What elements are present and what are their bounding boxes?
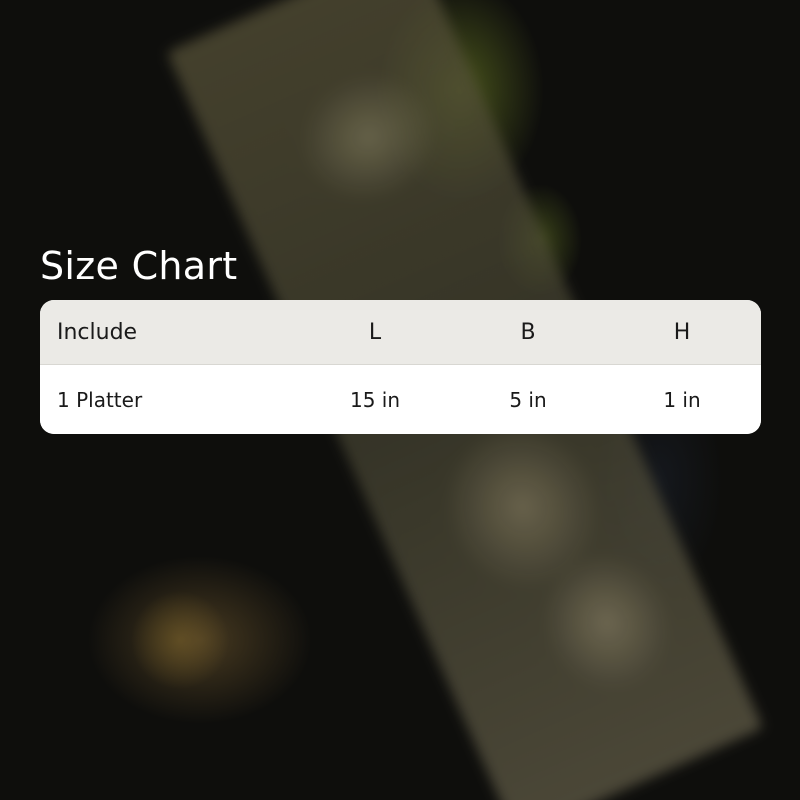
header-length: L [368, 319, 382, 345]
table-row: 1 Platter 15 in 5 in 1 in [40, 365, 761, 434]
size-chart-table: Include L B H 1 Platter 15 in 5 in 1 in [40, 300, 761, 434]
header-include: Include [57, 319, 138, 345]
cell-length: 15 in [349, 387, 401, 412]
header-breadth: B [520, 319, 536, 345]
header-height: H [673, 319, 691, 345]
cell-height: 1 in [663, 387, 701, 412]
page-title: Size Chart [40, 244, 238, 288]
cell-breadth: 5 in [509, 387, 547, 412]
cell-include: 1 Platter [57, 387, 143, 412]
background-photo: Size Chart Include L B H 1 Platter 15 in… [0, 0, 800, 800]
table-header-row: Include L B H [40, 300, 761, 365]
